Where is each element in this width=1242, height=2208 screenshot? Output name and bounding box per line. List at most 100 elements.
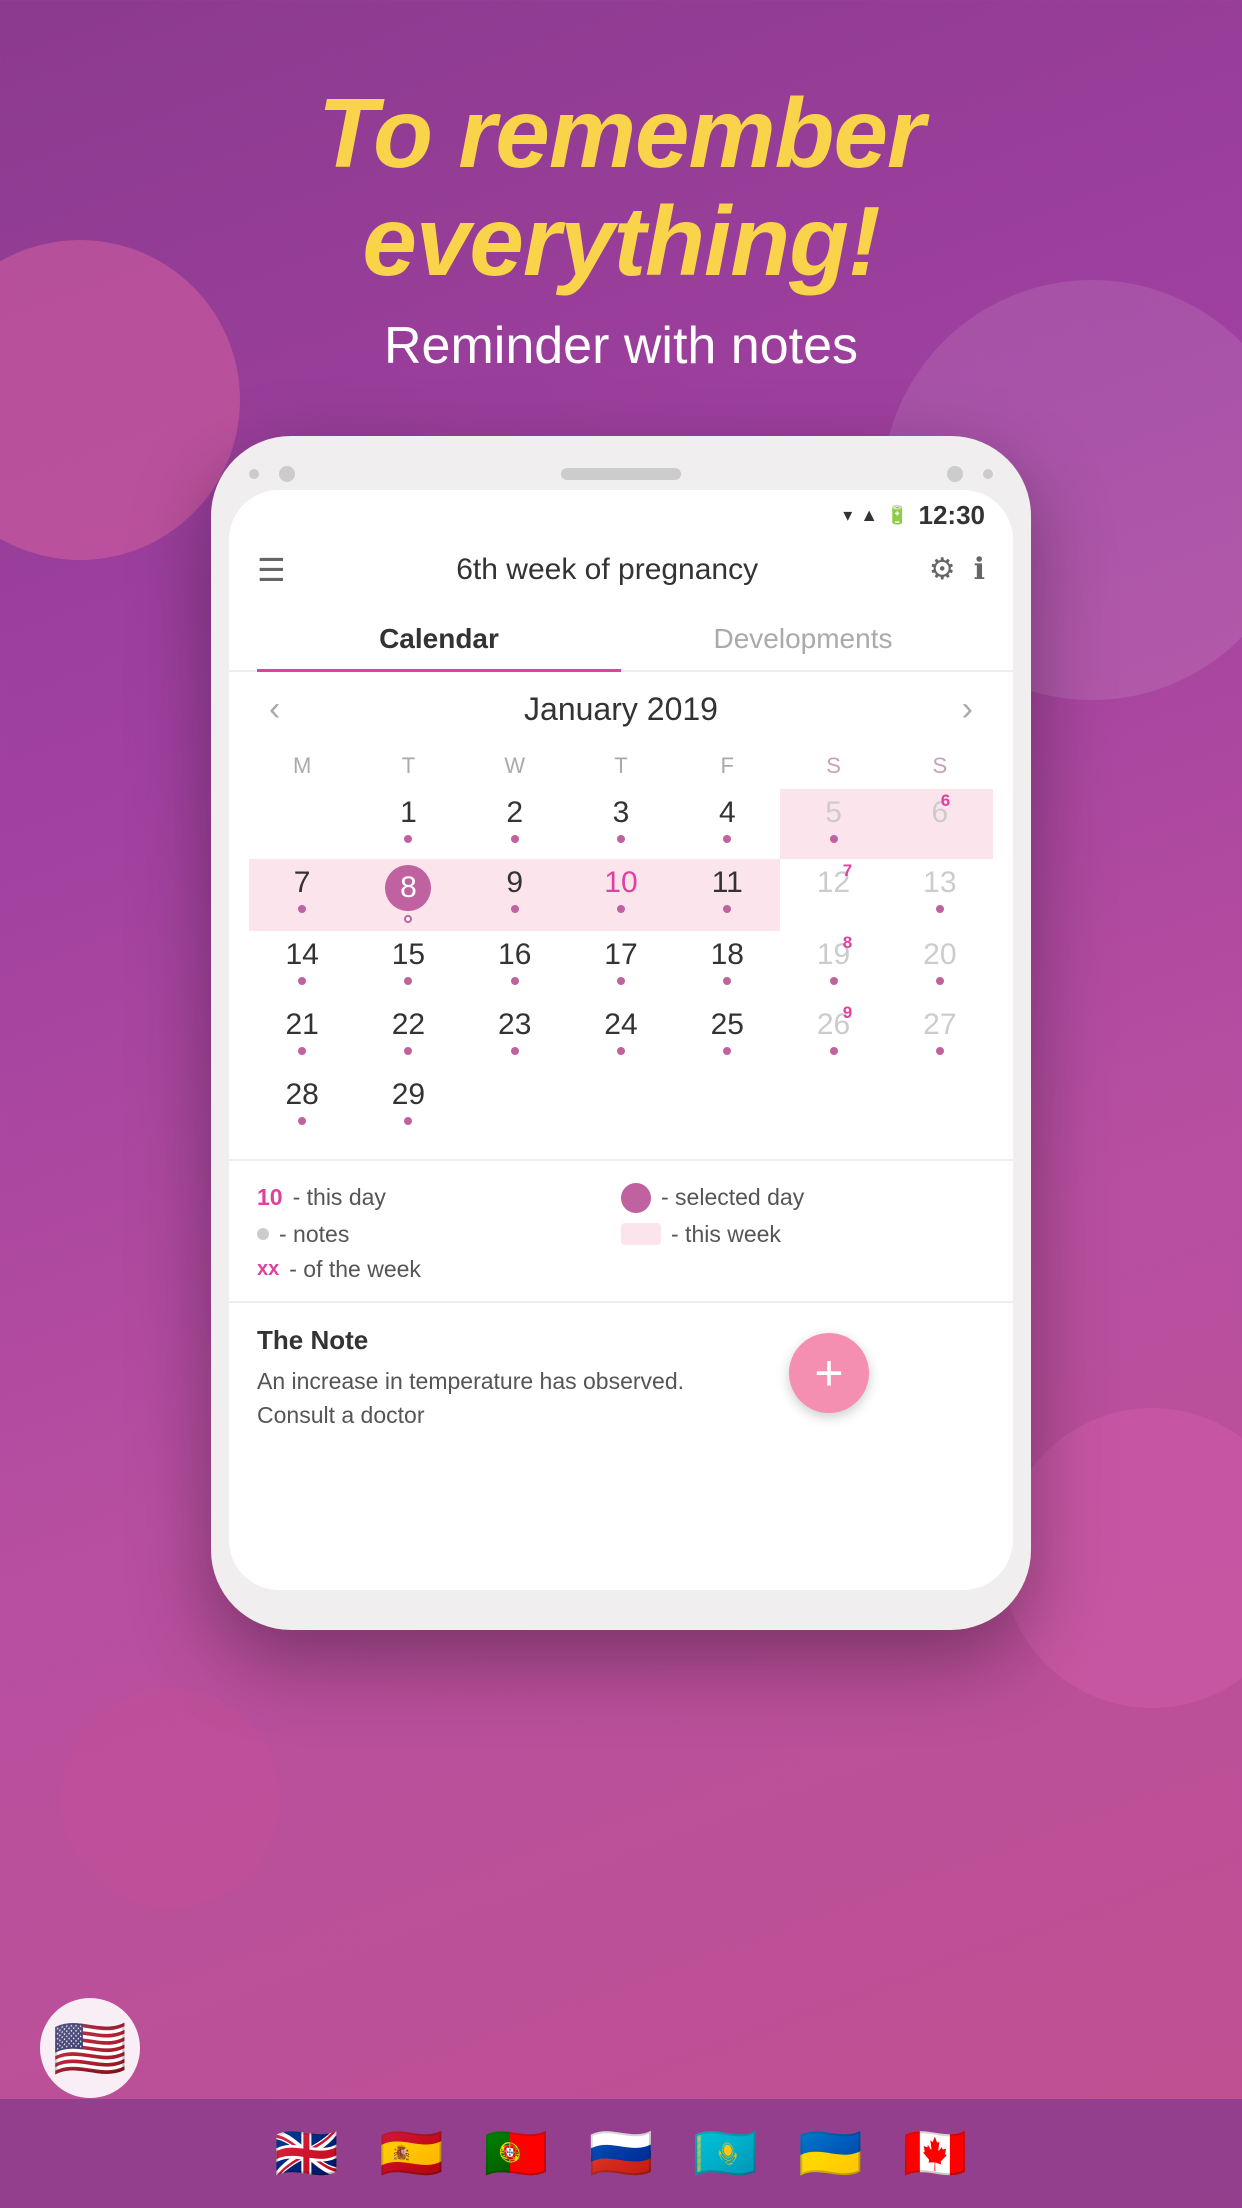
prev-month-button[interactable]: ‹ [259,690,290,729]
cal-cell-10[interactable]: 10 [568,859,674,931]
cal-cell-26[interactable]: 26 9 [780,1001,886,1071]
us-flag-corner: 🇺🇸 [40,1998,140,2098]
separator-1 [229,1159,1013,1161]
day-header-wed: W [462,747,568,785]
note-title: The Note [257,1325,985,1356]
cal-cell-12[interactable]: 12 7 [780,859,886,931]
cal-cell-14[interactable]: 14 [249,931,355,1001]
cal-cell-empty-1 [249,789,355,859]
cal-dot-9 [511,905,519,913]
next-month-button[interactable]: › [952,690,983,729]
cal-cell-11[interactable]: 11 [674,859,780,931]
cal-cell-1[interactable]: 1 [355,789,461,859]
cal-cell-13[interactable]: 13 [887,859,993,931]
note-section: The Note An increase in temperature has … [229,1311,1013,1453]
phone-mockup: ▾ ▲ 🔋 12:30 ☰ 6th week of pregnancy ⚙ ℹ … [211,436,1031,1630]
calendar-grid: 1 2 3 4 5 [249,789,993,1141]
cal-dot-20 [936,977,944,985]
cal-dot-29 [404,1117,412,1125]
legend-week-num-text: - of the week [289,1256,421,1283]
hero-section: To remember everything! Reminder with no… [0,0,1242,376]
cal-cell-18[interactable]: 18 [674,931,780,1001]
cal-date-14: 14 [285,937,318,973]
signal-icon: ▲ [860,505,878,526]
flag-es[interactable]: 🇪🇸 [379,2123,444,2184]
legend-notes-dot [257,1228,269,1240]
flag-ua[interactable]: 🇺🇦 [798,2123,863,2184]
cal-cell-25[interactable]: 25 [674,1001,780,1071]
app-title: 6th week of pregnancy [302,553,913,587]
legend-week-num: xx - of the week [257,1256,621,1283]
flags-bar: 🇬🇧 🇪🇸 🇵🇹 🇷🇺 🇰🇿 🇺🇦 🇨🇦 [0,2099,1242,2208]
tab-calendar[interactable]: Calendar [257,605,621,672]
tab-developments[interactable]: Developments [621,605,985,672]
cal-cell-9[interactable]: 9 [462,859,568,931]
day-header-tue: T [355,747,461,785]
menu-icon[interactable]: ☰ [257,551,286,589]
legend-this-week: - this week [621,1221,985,1248]
bg-blob-4 [60,1688,280,1908]
cal-cell-4[interactable]: 4 [674,789,780,859]
cal-cell-empty-3 [568,1071,674,1141]
cal-dot-17 [617,977,625,985]
add-button[interactable]: + [789,1333,869,1413]
cal-date-1: 1 [400,795,417,831]
flag-kz[interactable]: 🇰🇿 [693,2123,758,2184]
info-icon[interactable]: ℹ [974,552,985,587]
calendar-header: ‹ January 2019 › [249,672,993,747]
cal-cell-19[interactable]: 19 8 [780,931,886,1001]
cal-cell-3[interactable]: 3 [568,789,674,859]
cal-dot-22 [404,1047,412,1055]
cal-cell-2[interactable]: 2 [462,789,568,859]
cal-cell-20[interactable]: 20 [887,931,993,1001]
flag-ru[interactable]: 🇷🇺 [589,2123,654,2184]
cal-date-13: 13 [923,865,956,901]
battery-icon: 🔋 [886,505,908,526]
day-header-sat: S [780,747,886,785]
cal-date-24: 24 [604,1007,637,1043]
cal-cell-22[interactable]: 22 [355,1001,461,1071]
cal-date-3: 3 [613,795,630,831]
cal-dot-4 [723,835,731,843]
tabs-bar: Calendar Developments [229,605,1013,672]
sensor-dot [947,466,963,482]
cal-date-29: 29 [392,1077,425,1113]
phone-notch [229,466,1013,482]
separator-2 [229,1301,1013,1303]
flag-gb[interactable]: 🇬🇧 [274,2123,339,2184]
cal-dot-23 [511,1047,519,1055]
legend: 10 - this day - selected day - notes - t… [229,1169,1013,1293]
cal-cell-6[interactable]: 6 6 [887,789,993,859]
cal-cell-5[interactable]: 5 [780,789,886,859]
cal-cell-7[interactable]: 7 [249,859,355,931]
cal-cell-8[interactable]: 8 [355,859,461,931]
cal-dot-5 [830,835,838,843]
legend-today: 10 - this day [257,1183,621,1213]
cal-date-4: 4 [719,795,736,831]
cal-cell-empty-4 [674,1071,780,1141]
cal-cell-23[interactable]: 23 [462,1001,568,1071]
week-num-7: 7 [843,861,852,881]
settings-icon[interactable]: ⚙ [929,552,956,587]
app-bar: ☰ 6th week of pregnancy ⚙ ℹ [229,535,1013,605]
cal-cell-16[interactable]: 16 [462,931,568,1001]
legend-notes: - notes [257,1221,621,1248]
status-bar: ▾ ▲ 🔋 12:30 [229,490,1013,535]
cal-date-10: 10 [604,865,637,901]
cal-date-28: 28 [285,1077,318,1113]
cal-cell-28[interactable]: 28 [249,1071,355,1141]
cal-cell-17[interactable]: 17 [568,931,674,1001]
cal-dot-14 [298,977,306,985]
cal-cell-21[interactable]: 21 [249,1001,355,1071]
camera-dot-1 [249,469,259,479]
cal-cell-27[interactable]: 27 [887,1001,993,1071]
cal-dot-16 [511,977,519,985]
phone-screen: ▾ ▲ 🔋 12:30 ☰ 6th week of pregnancy ⚙ ℹ … [229,490,1013,1590]
flag-ca[interactable]: 🇨🇦 [903,2123,968,2184]
flag-pt[interactable]: 🇵🇹 [484,2123,549,2184]
cal-date-15: 15 [392,937,425,973]
cal-cell-29[interactable]: 29 [355,1071,461,1141]
cal-dot-24 [617,1047,625,1055]
cal-cell-15[interactable]: 15 [355,931,461,1001]
cal-cell-24[interactable]: 24 [568,1001,674,1071]
